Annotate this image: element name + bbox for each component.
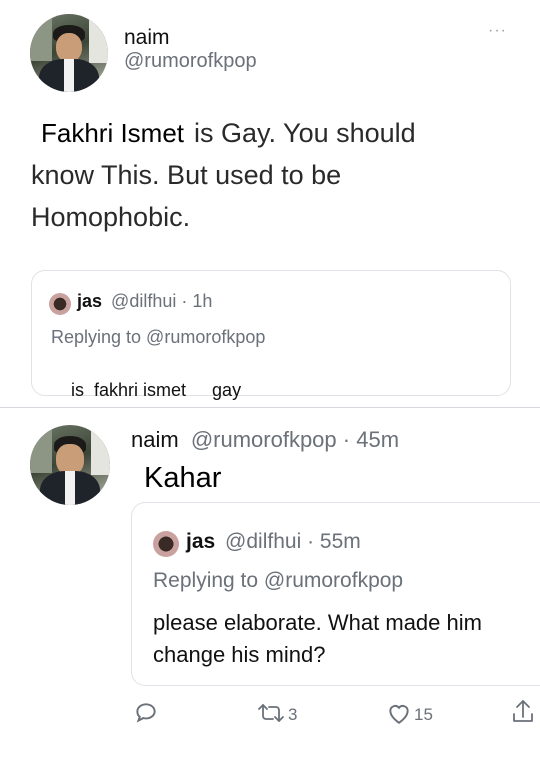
reply-quoted-tweet[interactable]: jas @dilfhui · 55m Replying to @rumorofk… — [131, 502, 540, 686]
quoted-handle: @dilfhui — [111, 291, 177, 311]
reply-author-name[interactable]: naim — [131, 427, 179, 452]
reply-quoted-handle: @dilfhui — [225, 530, 302, 553]
reply-author-handle[interactable]: @rumorofkpop — [191, 427, 337, 452]
reply-quoted-time: · 55m — [307, 530, 361, 553]
reply-time[interactable]: · 45m — [343, 427, 399, 452]
quoted-text-part1: is fakhri ismet — [71, 380, 187, 400]
reply-quoted-avatar — [153, 531, 179, 557]
tweet-text: Fakhri Ismet is Gay. You should know This… — [31, 112, 511, 238]
divider — [0, 407, 540, 408]
reply-quoted-name: jas — [186, 530, 216, 553]
reply-quoted-replying-to: Replying to @rumorofkpop — [153, 569, 404, 592]
tweet-text-line2: know This. But used to be — [31, 160, 342, 190]
retweet-count: 3 — [288, 705, 298, 724]
tweet-text-line3: Homophobic. — [31, 202, 191, 232]
like-icon[interactable] — [386, 701, 412, 725]
quoted-replying-to: Replying to @rumorofkpop — [51, 327, 266, 347]
more-options-icon[interactable]: ··· — [488, 22, 507, 40]
quoted-name: jas — [77, 291, 103, 311]
reply-author-avatar[interactable] — [30, 425, 110, 505]
author-name[interactable]: naim — [124, 26, 170, 50]
quoted-avatar — [49, 293, 71, 315]
reply-quoted-text-line1: please elaborate. What made him — [153, 610, 482, 635]
reply-quoted-text: please elaborate. What made him change h… — [153, 607, 482, 671]
quoted-time: · 1h — [181, 291, 213, 311]
tweet-text-line1: is Gay. You should — [194, 118, 416, 148]
quoted-tweet[interactable]: jas @dilfhui · 1h Replying to @rumorofkp… — [31, 270, 511, 400]
quoted-text-part2: gay — [212, 380, 242, 400]
author-avatar[interactable] — [30, 14, 108, 92]
reply-text: Kahar — [144, 462, 222, 494]
reply-icon[interactable] — [133, 700, 159, 726]
retweet-icon[interactable] — [256, 701, 286, 725]
share-icon[interactable] — [511, 698, 535, 726]
like-count: 15 — [414, 705, 433, 724]
author-handle[interactable]: @rumorofkpop — [124, 50, 257, 73]
tweet-text-name: Fakhri Ismet — [41, 118, 185, 148]
reply-quoted-text-line2: change his mind? — [153, 642, 326, 667]
